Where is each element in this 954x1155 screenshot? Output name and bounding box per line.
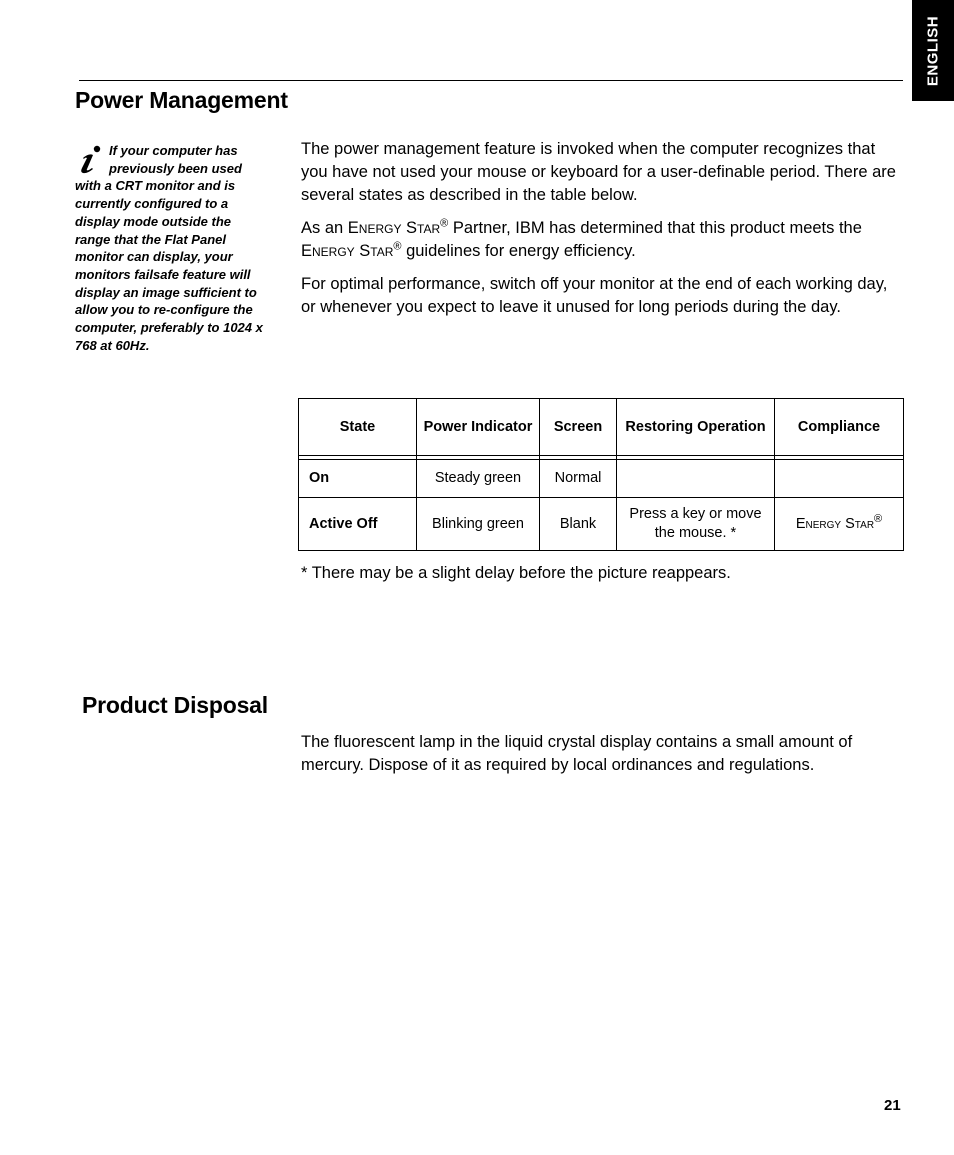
product-disposal-title: Product Disposal xyxy=(82,692,268,718)
compliance-brand: Energy Star xyxy=(795,515,875,532)
p2-middle: Partner, IBM has determined that this pr… xyxy=(448,219,862,237)
cell-screen: Blank xyxy=(539,497,617,551)
header-screen: Screen xyxy=(539,398,617,456)
p2-prefix: As an xyxy=(301,219,348,237)
header-state: State xyxy=(298,398,417,456)
info-note-text: If your computer has previously been use… xyxy=(75,143,263,353)
registered-mark: ® xyxy=(393,240,402,253)
cell-screen: Normal xyxy=(539,459,617,498)
pm-paragraph-1: The power management feature is invoked … xyxy=(301,140,896,204)
header-rule xyxy=(79,80,903,81)
energy-star-brand: Energy Star xyxy=(347,219,441,237)
pm-paragraph-3: For optimal performance, switch off your… xyxy=(301,275,888,316)
cell-power-indicator: Steady green xyxy=(416,459,540,498)
power-management-title: Power Management xyxy=(75,87,288,113)
energy-star-brand: Energy Star xyxy=(301,242,394,260)
page-number: 21 xyxy=(884,1097,901,1114)
power-management-body: The power management feature is invoked … xyxy=(301,138,906,329)
language-tab-label: ENGLISH xyxy=(924,15,942,86)
header-compliance: Compliance xyxy=(774,398,904,456)
table-row: On Steady green Normal xyxy=(298,459,904,498)
p2-suffix: guidelines for energy efficiency. xyxy=(401,242,636,260)
table-row: Active Off Blinking green Blank Press a … xyxy=(298,497,904,551)
cell-state: On xyxy=(298,459,417,498)
header-power-indicator: Power Indicator xyxy=(416,398,540,456)
cell-restoring-operation xyxy=(616,459,775,498)
table-header-row: State Power Indicator Screen Restoring O… xyxy=(298,398,904,456)
power-states-table: State Power Indicator Screen Restoring O… xyxy=(298,398,904,551)
header-restoring-operation: Restoring Operation xyxy=(616,398,775,456)
cell-compliance: Energy Star® xyxy=(774,497,904,551)
cell-power-indicator: Blinking green xyxy=(416,497,540,551)
language-tab: ENGLISH xyxy=(912,0,954,101)
info-icon xyxy=(75,144,107,174)
pd-paragraph: The fluorescent lamp in the liquid cryst… xyxy=(301,733,853,774)
table-footnote: * There may be a slight delay before the… xyxy=(301,564,731,582)
pm-paragraph-2: As an Energy Star® Partner, IBM has dete… xyxy=(301,217,906,263)
cell-compliance xyxy=(774,459,904,498)
info-note: If your computer has previously been use… xyxy=(75,142,270,354)
cell-state: Active Off xyxy=(298,497,417,551)
registered-mark: ® xyxy=(874,512,883,525)
cell-restoring-operation: Press a key or move the mouse. * xyxy=(616,497,775,551)
product-disposal-body: The fluorescent lamp in the liquid cryst… xyxy=(301,731,906,787)
